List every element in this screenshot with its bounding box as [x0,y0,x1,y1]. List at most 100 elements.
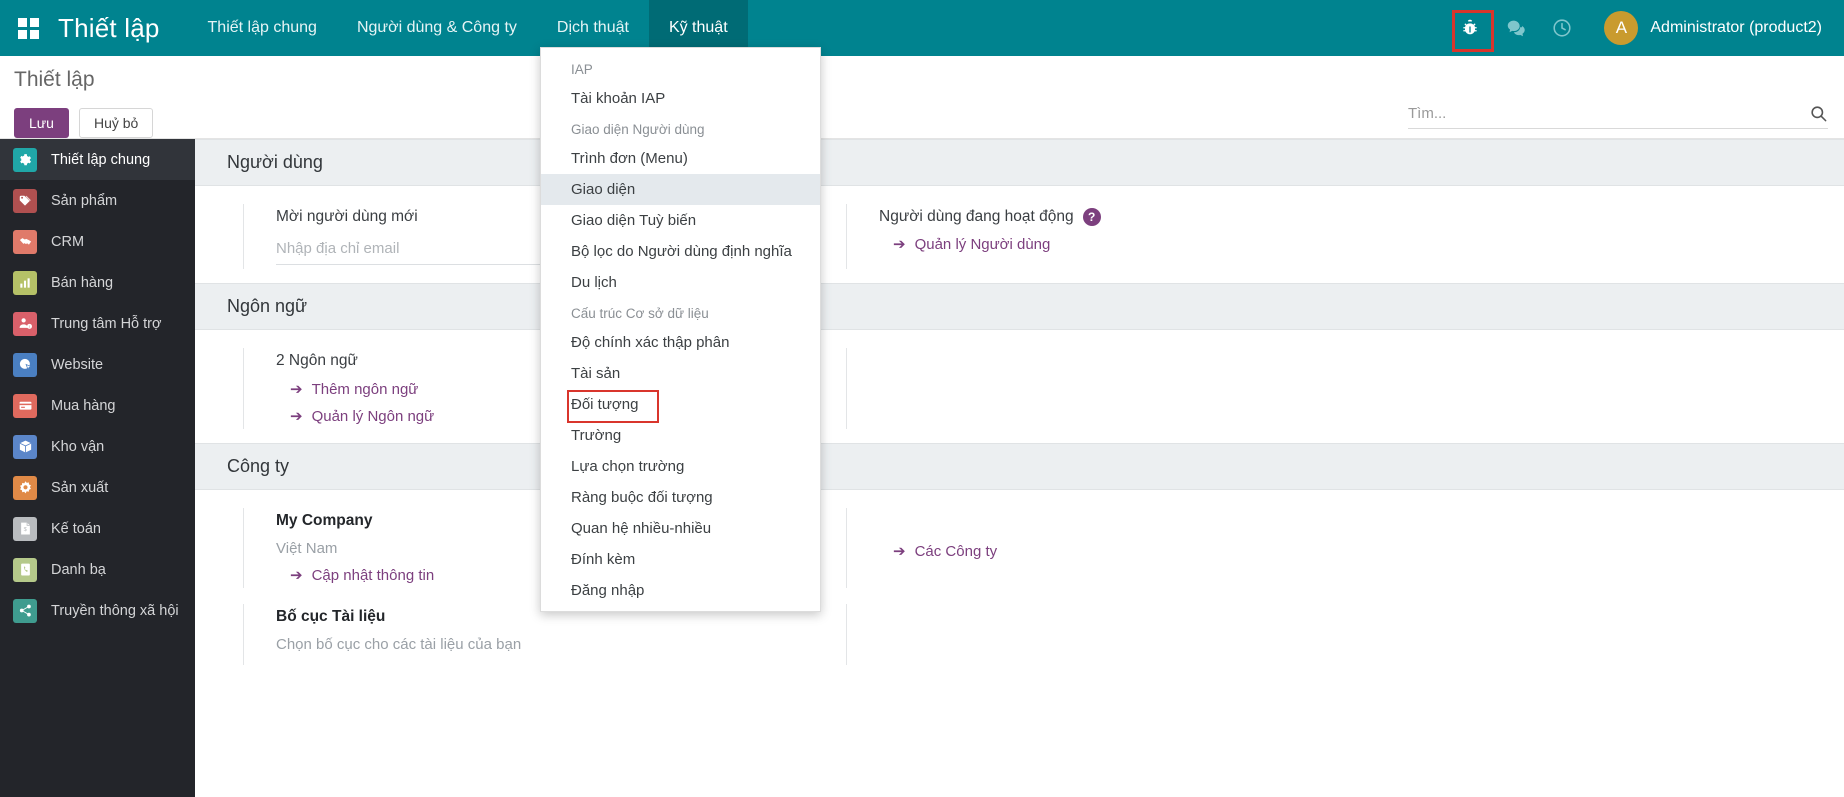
link-label: Cập nhật thông tin [311,566,435,584]
user-menu[interactable]: A Administrator (product2) [1588,11,1822,45]
dropdown-item-user-defined-filters[interactable]: Bộ lọc do Người dùng định nghĩa [541,236,820,267]
setting-row: Bố cục Tài liệu Chọn bố cục cho các tài … [195,604,1844,665]
dropdown-section-iap: IAP [571,62,593,77]
handshake-icon [13,229,37,254]
control-panel-buttons: Lưu Huỷ bỏ [14,108,154,139]
sidebar-item-manufacturing[interactable]: Sản xuất [0,467,195,508]
dropdown-item-model-constraints[interactable]: Ràng buộc đối tượng [541,482,820,513]
invoice-dollar-icon: $ [13,516,37,541]
help-icon[interactable]: ? [1082,208,1101,226]
sidebar-item-inventory[interactable]: Kho vận [0,426,195,467]
sidebar-item-label: Mua hàng [51,397,116,414]
dropdown-item-many2many-relations[interactable]: Quan hệ nhiều-nhiều [541,513,820,544]
dropdown-item-assets[interactable]: Tài sản [541,358,820,389]
social-media-icon [13,598,37,623]
sidebar-item-purchase[interactable]: Mua hàng [0,385,195,426]
dropdown-item-iap-account[interactable]: Tài khoản IAP [541,83,820,114]
link-label: Thêm ngôn ngữ [311,380,419,398]
arrow-right-icon: ➔ [893,236,906,253]
dropdown-item-profiling[interactable]: Profiling [541,606,820,611]
settings-block-users: Mời người dùng mới Người dùng đang hoạt … [195,186,1844,283]
setting-active-users: Người dùng đang hoạt động ? ➔ Quản lý Ng… [846,204,1401,269]
companies-link[interactable]: ➔ Các Công ty [893,542,1381,561]
section-title-companies: Công ty [195,443,1844,490]
sidebar-item-sales[interactable]: Bán hàng [0,262,195,303]
dropdown-item-menus[interactable]: Trình đơn (Menu) [541,143,820,174]
sidebar-item-label: Thiết lập chung [51,151,151,168]
messages-icon[interactable] [1496,8,1536,48]
link-label: Quản lý Người dùng [914,235,1051,253]
navbar-right-tools: A Administrator (product2) [1450,0,1844,56]
dropdown-item-fields[interactable]: Trường [541,420,820,451]
setting-languages-right [846,348,1401,429]
dropdown-section-user-interface: Giao diện Người dùng [571,122,705,137]
activities-clock-icon[interactable] [1542,8,1582,48]
document-layout-help: Chọn bố cục cho các tài liệu của bạn [276,636,522,653]
dropdown-item-logging[interactable]: Đăng nhập [541,575,820,606]
apps-menu-button[interactable] [0,0,56,56]
section-title-users: Người dùng [195,139,1844,186]
sidebar-item-label: Sản xuất [51,479,109,496]
nav-menu-general-settings[interactable]: Thiết lập chung [188,0,337,56]
avatar: A [1604,11,1639,45]
search-icon[interactable] [1809,104,1828,123]
searchview [1408,104,1828,129]
setting-document-layout-right [846,604,1401,665]
sidebar-item-products[interactable]: Sản phẩm [0,180,195,221]
setting-companies-right: ➔ Các Công ty [846,508,1401,588]
sidebar-item-label: Truyền thông xã hội [51,602,179,619]
tags-icon [13,188,37,213]
sidebar-item-accounting[interactable]: $ Kế toán [0,508,195,549]
app-brand-title[interactable]: Thiết lập [56,13,188,44]
settings-sidebar[interactable]: Thiết lập chung Sản phẩm CRM Bán hàng ! … [0,139,195,797]
apps-grid-icon [17,17,39,39]
dropdown-section-database-structure: Cấu trúc Cơ sở dữ liệu [571,306,709,321]
sidebar-item-social-media[interactable]: Truyền thông xã hội [0,590,195,631]
sidebar-item-label: Danh bạ [51,561,106,578]
sidebar-item-helpdesk[interactable]: ! Trung tâm Hỗ trợ [0,303,195,344]
sidebar-item-website[interactable]: Website [0,344,195,385]
sidebar-item-label: Trung tâm Hỗ trợ [51,315,162,332]
sidebar-item-general-settings[interactable]: Thiết lập chung [0,139,195,180]
dropdown-item-decimal-accuracy[interactable]: Độ chính xác thập phân [541,327,820,358]
setting-document-layout: Bố cục Tài liệu Chọn bố cục cho các tài … [243,604,798,665]
save-button[interactable]: Lưu [14,108,69,139]
dropdown-item-custom-views[interactable]: Giao diện Tuỳ biến [541,205,820,236]
dropdown-item-models[interactable]: Đối tượng [541,389,820,423]
manage-users-link[interactable]: ➔ Quản lý Người dùng [893,235,1381,254]
dropdown-item-tours[interactable]: Du lịch [541,267,820,298]
dropdown-item-views[interactable]: Giao diện [541,174,820,205]
gear-icon [13,147,37,172]
search-input[interactable] [1408,105,1809,122]
arrow-right-icon: ➔ [290,381,303,398]
box-icon [13,434,37,459]
cog-gear-icon [13,475,37,500]
sidebar-item-label: Kế toán [51,520,101,537]
breadcrumb[interactable]: Thiết lập [14,68,95,92]
link-label: Quản lý Ngôn ngữ [311,407,435,425]
dropdown-item-field-selection[interactable]: Lựa chọn trường [541,451,820,482]
settings-block-languages: 2 Ngôn ngữ ➔ Thêm ngôn ngữ ➔ Quản lý Ngô… [195,330,1844,443]
nav-menu-users-companies[interactable]: Người dùng & Công ty [337,0,537,56]
section-title-languages: Ngôn ngữ [195,283,1844,330]
discard-button[interactable]: Huỷ bỏ [78,108,154,139]
bug-icon[interactable] [1450,8,1495,52]
technical-dropdown-menu[interactable]: IAP Tài khoản IAP Giao diện Người dùng T… [540,47,821,612]
setting-row: 2 Ngôn ngữ ➔ Thêm ngôn ngữ ➔ Quản lý Ngô… [195,348,1844,429]
dropdown-item-attachments[interactable]: Đính kèm [541,544,820,575]
active-users-label: Người dùng đang hoạt động [879,208,1074,225]
sidebar-item-label: Kho vận [51,438,105,455]
chart-bar-icon [13,270,37,295]
link-label: Các Công ty [914,542,998,560]
arrow-right-icon: ➔ [290,408,303,425]
user-name-label: Administrator (product2) [1650,19,1822,36]
sidebar-item-contacts[interactable]: Danh bạ [0,549,195,590]
top-navbar: Thiết lập Thiết lập chung Người dùng & C… [0,0,1844,56]
arrow-right-icon: ➔ [290,567,303,584]
sidebar-item-crm[interactable]: CRM [0,221,195,262]
globe-cursor-icon [13,352,37,377]
svg-text:!: ! [28,325,29,329]
credit-card-icon [13,393,37,418]
odoo-settings-page: Thiết lập Thiết lập chung Người dùng & C… [0,0,1844,797]
sidebar-item-label: Website [51,356,104,373]
